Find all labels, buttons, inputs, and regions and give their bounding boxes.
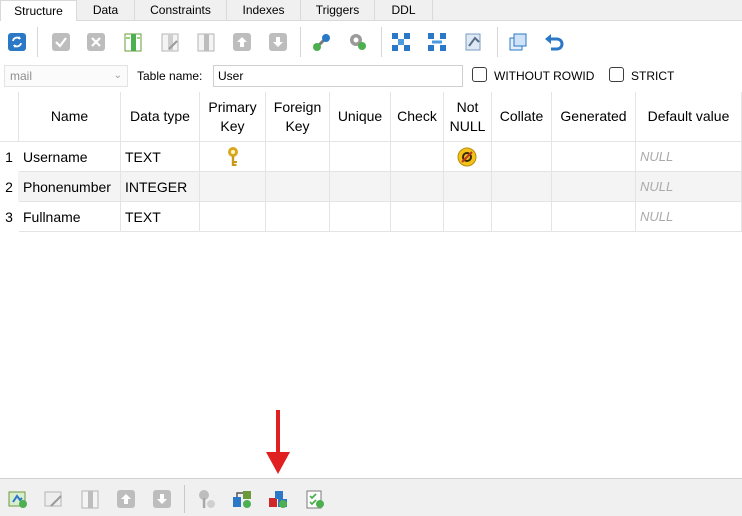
cell-collate[interactable] (492, 202, 552, 232)
column-header-not-null[interactable]: Not NULL (444, 92, 492, 142)
cell-default-value[interactable]: NULL (636, 142, 742, 172)
move-constraint-down-icon[interactable] (151, 488, 173, 510)
cell-name[interactable]: Fullname (19, 202, 121, 232)
add-foreign-key-constraint-icon[interactable] (231, 488, 253, 510)
cell-foreign-key[interactable] (266, 202, 330, 232)
cell-generated[interactable] (552, 172, 636, 202)
chevron-down-icon: ⌄ (113, 70, 122, 81)
column-header-collate[interactable]: Collate (492, 92, 552, 142)
cell-generated[interactable] (552, 142, 636, 172)
create-similar-table-icon[interactable] (507, 31, 529, 53)
add-check-icon[interactable] (426, 31, 448, 53)
cell-unique[interactable] (330, 142, 391, 172)
strict-checkbox[interactable] (609, 67, 624, 82)
cell-foreign-key[interactable] (266, 172, 330, 202)
primary-key-icon (223, 146, 243, 171)
column-header-default-value[interactable]: Default value (636, 92, 742, 142)
cell-not-null[interactable] (444, 202, 492, 232)
table-row[interactable]: 1 Username TEXT NULL (0, 142, 742, 172)
cell-not-null[interactable] (444, 172, 492, 202)
move-down-icon[interactable] (267, 31, 289, 53)
tab-constraints[interactable]: Constraints (135, 0, 227, 21)
red-arrow-annotation (264, 410, 292, 476)
cell-default-value[interactable]: NULL (636, 202, 742, 232)
columns-grid: Name Data type Primary Key Foreign Key U… (0, 92, 742, 476)
move-up-icon[interactable] (231, 31, 253, 53)
column-header-primary-key[interactable]: Primary Key (200, 92, 266, 142)
table-row[interactable]: 3 Fullname TEXT NULL (0, 202, 742, 232)
table-name-label: Table name: (137, 69, 203, 83)
table-row[interactable]: 2 Phonenumber INTEGER NULL (0, 172, 742, 202)
commit-icon[interactable] (50, 31, 72, 53)
add-check-constraint-icon[interactable] (304, 488, 326, 510)
column-header-data-type[interactable]: Data type (121, 92, 200, 142)
cell-check[interactable] (391, 172, 444, 202)
row-number-header (0, 92, 19, 142)
column-header-name[interactable]: Name (19, 92, 121, 142)
structure-toolbar (0, 21, 742, 63)
cell-collate[interactable] (492, 142, 552, 172)
cell-generated[interactable] (552, 202, 636, 232)
add-primary-key-icon[interactable] (311, 31, 333, 53)
table-name-input[interactable]: User (213, 65, 463, 87)
tab-indexes[interactable]: Indexes (227, 0, 301, 21)
cell-primary-key[interactable] (200, 202, 266, 232)
cell-unique[interactable] (330, 202, 391, 232)
add-not-null-icon[interactable] (463, 31, 485, 53)
cell-data-type[interactable]: TEXT (121, 202, 200, 232)
constraints-toolbar (0, 478, 742, 516)
row-number: 3 (0, 202, 18, 232)
database-select-value: mail (10, 69, 33, 83)
without-rowid-label: WITHOUT ROWID (494, 69, 595, 83)
rollback-icon[interactable] (85, 31, 107, 53)
cell-default-value[interactable]: NULL (636, 172, 742, 202)
cell-primary-key[interactable] (200, 142, 266, 172)
column-header-generated[interactable]: Generated (552, 92, 636, 142)
add-foreign-key-icon[interactable] (347, 31, 369, 53)
edit-column-icon[interactable] (159, 31, 181, 53)
without-rowid-checkbox[interactable] (472, 67, 487, 82)
tab-data[interactable]: Data (77, 0, 135, 21)
cell-name[interactable]: Phonenumber (19, 172, 121, 202)
column-header-foreign-key[interactable]: Foreign Key (266, 92, 330, 142)
cell-data-type[interactable]: TEXT (121, 142, 200, 172)
tab-bar: Structure Data Constraints Indexes Trigg… (0, 0, 742, 22)
add-column-icon[interactable] (122, 31, 144, 53)
cell-check[interactable] (391, 202, 444, 232)
not-null-icon (457, 147, 477, 171)
add-unique-constraint-icon[interactable] (267, 488, 289, 510)
tab-structure[interactable]: Structure (0, 0, 77, 22)
cell-not-null[interactable] (444, 142, 492, 172)
refresh-icon[interactable] (6, 31, 28, 53)
add-unique-icon[interactable] (390, 31, 412, 53)
add-table-constraint-icon[interactable] (7, 488, 29, 510)
table-name-row: mail ⌄ Table name: User WITHOUT ROWID ST… (0, 63, 742, 91)
reset-icon[interactable] (543, 31, 565, 53)
delete-column-icon[interactable] (195, 31, 217, 53)
cell-collate[interactable] (492, 172, 552, 202)
edit-table-constraint-icon[interactable] (43, 488, 65, 510)
add-primary-key-constraint-icon[interactable] (196, 488, 218, 510)
column-header-unique[interactable]: Unique (330, 92, 391, 142)
column-header-check[interactable]: Check (391, 92, 444, 142)
cell-unique[interactable] (330, 172, 391, 202)
move-constraint-up-icon[interactable] (115, 488, 137, 510)
tab-triggers[interactable]: Triggers (301, 0, 375, 21)
delete-table-constraint-icon[interactable] (79, 488, 101, 510)
database-select[interactable]: mail ⌄ (4, 65, 128, 87)
cell-primary-key[interactable] (200, 172, 266, 202)
cell-check[interactable] (391, 142, 444, 172)
row-number: 2 (0, 172, 18, 202)
cell-name[interactable]: Username (19, 142, 121, 172)
row-number: 1 (0, 142, 18, 172)
cell-foreign-key[interactable] (266, 142, 330, 172)
cell-data-type[interactable]: INTEGER (121, 172, 200, 202)
strict-label: STRICT (631, 69, 675, 83)
tab-ddl[interactable]: DDL (375, 0, 433, 21)
